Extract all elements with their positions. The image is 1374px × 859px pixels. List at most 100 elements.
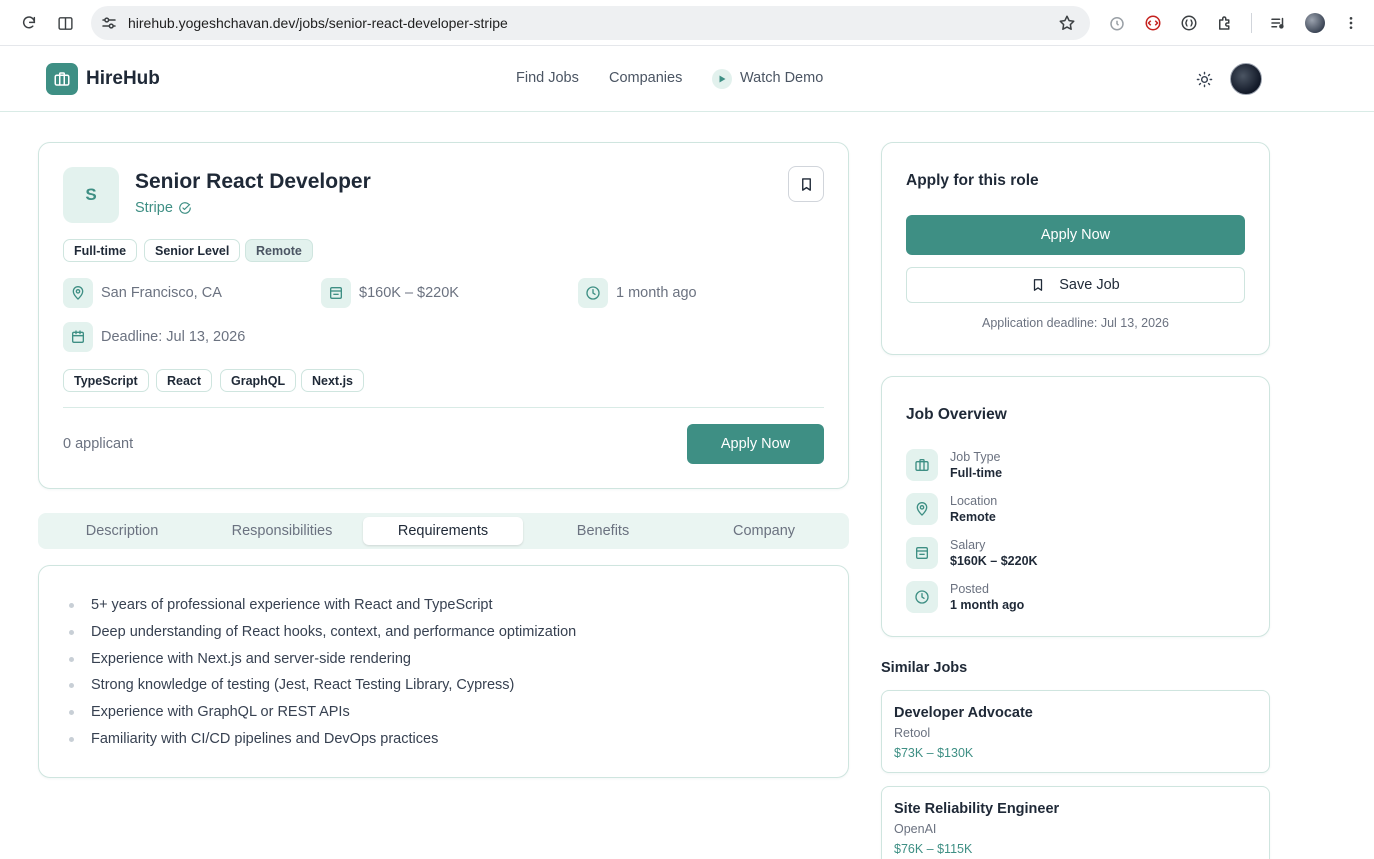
skill-tag: Next.js bbox=[301, 369, 364, 392]
extension-timer-icon[interactable] bbox=[1105, 11, 1129, 35]
meta-salary: $160K – $220K bbox=[321, 278, 459, 308]
posted-text: 1 month ago bbox=[616, 285, 697, 301]
list-item: Deep understanding of React hooks, conte… bbox=[68, 623, 576, 650]
apply-now-button[interactable]: Apply Now bbox=[687, 424, 824, 464]
meta-location: San Francisco, CA bbox=[63, 278, 222, 308]
similar-job-title: Site Reliability Engineer bbox=[894, 801, 1060, 817]
app-header: HireHub Find Jobs Companies Watch Demo bbox=[0, 47, 1374, 112]
location-text: San Francisco, CA bbox=[101, 285, 222, 301]
browser-toolbar: hirehub.yogeshchavan.dev/jobs/senior-rea… bbox=[0, 0, 1374, 46]
list-item: Experience with Next.js and server-side … bbox=[68, 650, 576, 677]
application-deadline: Application deadline: Jul 13, 2026 bbox=[982, 316, 1169, 330]
reload-icon[interactable] bbox=[17, 11, 41, 35]
extensions-puzzle-icon[interactable] bbox=[1213, 11, 1237, 35]
tab-responsibilities[interactable]: Responsibilities bbox=[202, 517, 362, 545]
applicant-count: 0 applicant bbox=[63, 436, 134, 452]
tab-company[interactable]: Company bbox=[684, 517, 844, 545]
bookmark-button[interactable] bbox=[788, 166, 824, 202]
list-item: Strong knowledge of testing (Jest, React… bbox=[68, 676, 576, 703]
brand-name[interactable]: HireHub bbox=[86, 68, 160, 90]
user-avatar[interactable] bbox=[1230, 63, 1262, 95]
calendar-icon bbox=[63, 322, 93, 352]
meta-deadline: Deadline: Jul 13, 2026 bbox=[63, 322, 245, 352]
tab-description[interactable]: Description bbox=[42, 517, 202, 545]
requirements-panel: 5+ years of professional experience with… bbox=[38, 565, 849, 778]
list-item: Familiarity with CI/CD pipelines and Dev… bbox=[68, 730, 576, 757]
job-overview-title: Job Overview bbox=[906, 406, 1007, 423]
salary-text: $160K – $220K bbox=[359, 285, 459, 301]
card-divider bbox=[63, 407, 824, 408]
wallet-icon bbox=[321, 278, 351, 308]
overview-salary: Salary $160K – $220K bbox=[906, 537, 1038, 569]
similar-job-card[interactable]: Developer Advocate Retool $73K – $130K bbox=[881, 690, 1270, 773]
browser-menu-icon[interactable] bbox=[1339, 11, 1363, 35]
overview-label: Salary bbox=[950, 538, 986, 552]
address-bar[interactable]: hirehub.yogeshchavan.dev/jobs/senior-rea… bbox=[91, 6, 1090, 40]
similar-job-card[interactable]: Site Reliability Engineer OpenAI $76K – … bbox=[881, 786, 1270, 859]
skill-tag: GraphQL bbox=[220, 369, 297, 392]
overview-label: Job Type bbox=[950, 450, 1001, 464]
overview-posted: Posted 1 month ago bbox=[906, 581, 1024, 613]
tag-remote: Remote bbox=[245, 239, 313, 262]
overview-value: 1 month ago bbox=[950, 598, 1025, 612]
clock-icon bbox=[578, 278, 608, 308]
briefcase-logo-icon[interactable] bbox=[46, 63, 78, 95]
bookmark-icon bbox=[799, 177, 814, 192]
similar-job-title: Developer Advocate bbox=[894, 705, 1033, 721]
company-logo: S bbox=[63, 167, 119, 223]
save-job-label: Save Job bbox=[1059, 277, 1120, 293]
similar-job-salary: $76K – $115K bbox=[894, 842, 973, 856]
map-pin-icon bbox=[906, 493, 938, 525]
list-item: 5+ years of professional experience with… bbox=[68, 596, 576, 623]
tag-job-type: Full-time bbox=[63, 239, 138, 262]
deadline-text: Deadline: Jul 13, 2026 bbox=[101, 329, 246, 345]
company-link[interactable]: Stripe bbox=[135, 200, 192, 216]
overview-label: Posted bbox=[950, 582, 989, 596]
tab-benefits[interactable]: Benefits bbox=[523, 517, 683, 545]
overview-label: Location bbox=[950, 494, 998, 508]
extension-braces-icon[interactable] bbox=[1177, 11, 1201, 35]
nav-find-jobs[interactable]: Find Jobs bbox=[516, 70, 579, 86]
clock-icon bbox=[906, 581, 938, 613]
extension-code-icon[interactable] bbox=[1141, 11, 1165, 35]
skill-tag: React bbox=[156, 369, 213, 392]
briefcase-icon bbox=[906, 449, 938, 481]
job-overview-card: Job Overview Job Type Full-time Location… bbox=[881, 376, 1270, 637]
tag-level: Senior Level bbox=[144, 239, 241, 262]
meta-posted: 1 month ago bbox=[578, 278, 697, 308]
list-item: Experience with GraphQL or REST APIs bbox=[68, 703, 576, 730]
split-view-icon[interactable] bbox=[53, 11, 77, 35]
bookmark-icon bbox=[1031, 278, 1045, 292]
similar-job-company: Retool bbox=[894, 726, 931, 740]
bookmark-star-icon[interactable] bbox=[1058, 14, 1076, 32]
job-summary-card: S Senior React Developer Stripe Full-tim… bbox=[38, 142, 849, 489]
tab-requirements[interactable]: Requirements bbox=[363, 517, 523, 545]
apply-card-title: Apply for this role bbox=[906, 172, 1039, 189]
media-control-icon[interactable] bbox=[1266, 11, 1290, 35]
overview-value: Remote bbox=[950, 510, 996, 524]
save-job-button[interactable]: Save Job bbox=[906, 267, 1245, 303]
job-title: Senior React Developer bbox=[135, 170, 371, 193]
sun-icon[interactable] bbox=[1194, 69, 1214, 89]
wallet-icon bbox=[906, 537, 938, 569]
verified-check-icon bbox=[178, 201, 192, 215]
similar-job-salary: $73K – $130K bbox=[894, 746, 974, 760]
browser-profile-icon[interactable] bbox=[1303, 11, 1327, 35]
map-pin-icon bbox=[63, 278, 93, 308]
site-settings-icon[interactable] bbox=[100, 14, 118, 32]
requirements-list: 5+ years of professional experience with… bbox=[68, 596, 576, 757]
apply-card: Apply for this role Apply Now Save Job A… bbox=[881, 142, 1270, 355]
apply-now-button-side[interactable]: Apply Now bbox=[906, 215, 1245, 255]
similar-job-company: OpenAI bbox=[894, 822, 937, 836]
url-text: hirehub.yogeshchavan.dev/jobs/senior-rea… bbox=[128, 15, 508, 31]
job-detail-tabs: Description Responsibilities Requirement… bbox=[38, 513, 849, 549]
nav-watch-demo[interactable]: Watch Demo bbox=[740, 70, 823, 86]
company-name[interactable]: Stripe bbox=[135, 200, 173, 216]
play-icon[interactable] bbox=[712, 69, 732, 89]
similar-jobs-title: Similar Jobs bbox=[881, 660, 968, 676]
overview-value: $160K – $220K bbox=[950, 554, 1038, 568]
nav-companies[interactable]: Companies bbox=[609, 70, 682, 86]
toolbar-separator bbox=[1251, 13, 1252, 33]
overview-location: Location Remote bbox=[906, 493, 997, 525]
overview-value: Full-time bbox=[950, 466, 1003, 480]
